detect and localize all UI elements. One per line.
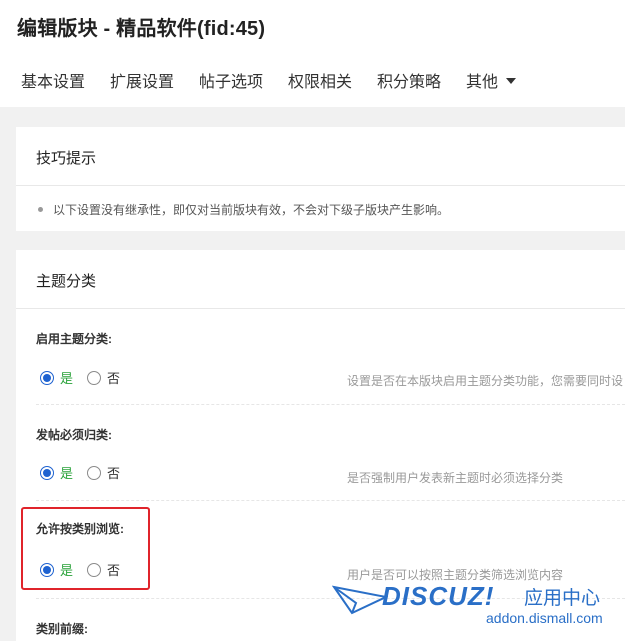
setting-label-enable-category: 启用主题分类: [36, 332, 112, 346]
radio-no[interactable] [87, 370, 102, 385]
radio-group-require-category: 是否 [40, 463, 134, 481]
tips-title: 技巧提示 [36, 150, 97, 167]
watermark: DISCUZ! 应用中心 addon.dismall.com [332, 577, 625, 641]
chevron-down-icon [506, 77, 517, 84]
radio-yes-label[interactable]: 是 [60, 371, 73, 386]
tips-panel-header: 技巧提示 [16, 127, 625, 186]
tab-credit-policy[interactable]: 积分策略 [377, 68, 441, 92]
tips-panel: 技巧提示 以下设置没有继承性，即仅对当前版块有效，不会对下级子版块产生影响。 [16, 127, 625, 231]
bullet-icon [38, 207, 43, 212]
divider [36, 404, 625, 405]
highlight-annotation-box [21, 507, 150, 590]
page-title: 编辑版块 - 精品软件(fid:45) [17, 18, 266, 40]
paper-plane-icon [332, 585, 388, 615]
tab-bar: 基本设置 扩展设置 帖子选项 权限相关 积分策略 其他 [0, 62, 625, 98]
theme-section-title: 主题分类 [36, 273, 97, 290]
divider [36, 500, 625, 501]
setting-desc-require-category: 是否强制用户发表新主题时必须选择分类 [347, 471, 564, 485]
tab-other[interactable]: 其他 [466, 68, 517, 92]
watermark-logo: DISCUZ! [382, 581, 495, 611]
tip-text: 以下设置没有继承性，即仅对当前版块有效，不会对下级子版块产生影响。 [53, 203, 450, 217]
watermark-url: addon.dismall.com [486, 610, 603, 626]
tab-extended-settings[interactable]: 扩展设置 [110, 68, 174, 92]
tab-other-label: 其他 [466, 74, 499, 91]
radio-no[interactable] [87, 465, 102, 480]
radio-yes[interactable] [40, 370, 54, 385]
radio-yes[interactable] [40, 465, 54, 480]
radio-group-enable-category: 是否 [40, 368, 134, 386]
setting-label-category-prefix: 类别前缀: [36, 622, 88, 636]
tab-permissions[interactable]: 权限相关 [288, 68, 352, 92]
tip-item: 以下设置没有继承性，即仅对当前版块有效，不会对下级子版块产生影响。 [38, 201, 449, 218]
radio-yes-label[interactable]: 是 [60, 466, 73, 481]
tab-post-options[interactable]: 帖子选项 [199, 68, 263, 92]
watermark-subtitle: 应用中心 [524, 588, 601, 609]
setting-desc-enable-category: 设置是否在本版块启用主题分类功能，您需要同时设 [347, 374, 624, 388]
setting-label-require-category: 发帖必须归类: [36, 428, 112, 442]
theme-panel-header: 主题分类 [16, 250, 625, 309]
radio-no-label[interactable]: 否 [107, 371, 120, 386]
tab-basic-settings[interactable]: 基本设置 [21, 68, 85, 92]
radio-no-label[interactable]: 否 [107, 466, 120, 481]
